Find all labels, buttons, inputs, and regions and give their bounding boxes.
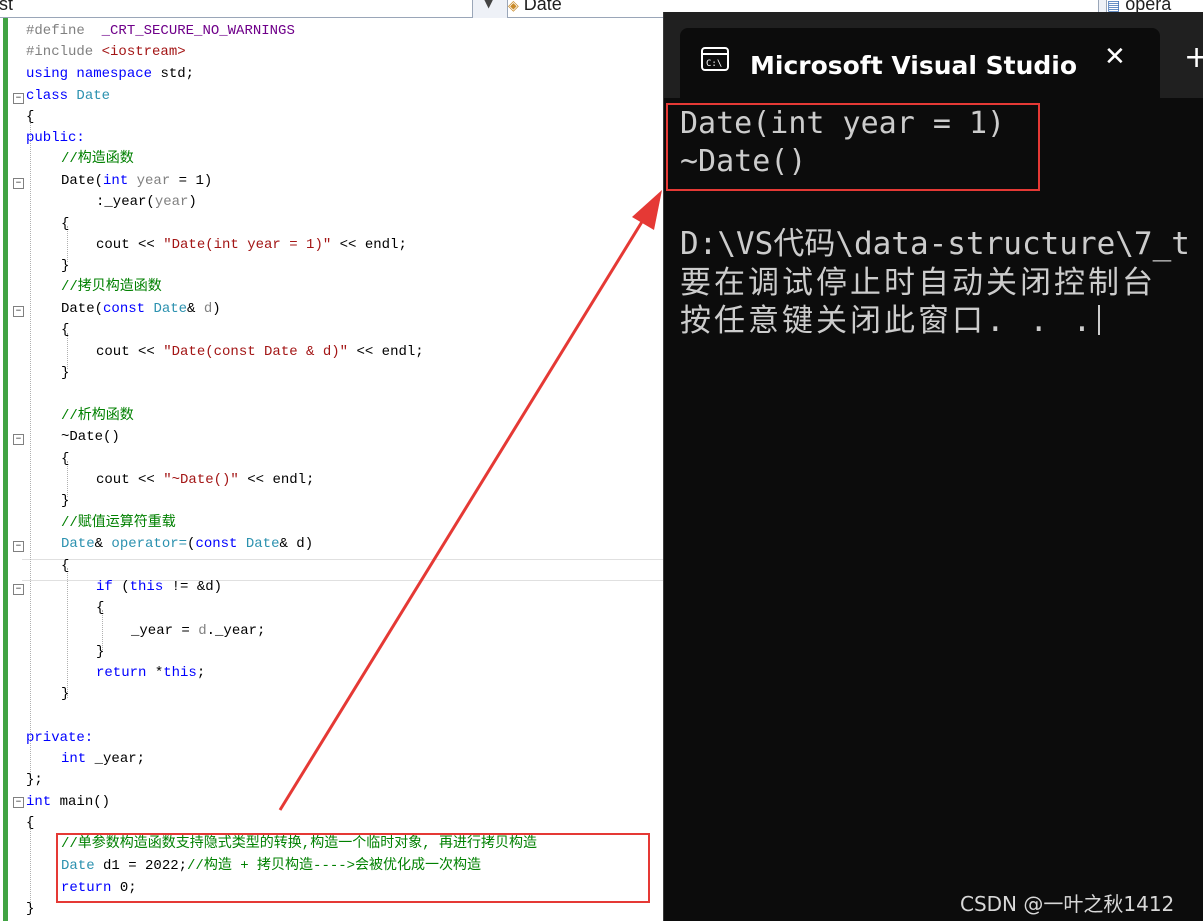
code-line: } [61,493,70,509]
project-combo[interactable]: st [0,0,473,18]
change-bar [3,18,8,921]
console-tab-title: Microsoft Visual Studio 调试 [750,51,1080,80]
code-line: }; [26,772,43,788]
code-line: { [26,815,35,831]
fold-toggle[interactable]: − [13,434,24,445]
code-line: { [61,216,70,232]
console-message-line: 按任意键关闭此窗口. . . [680,295,1101,340]
close-icon[interactable]: ✕ [1104,42,1126,72]
code-line: private: [26,730,94,746]
code-line: { [61,558,70,574]
indent-guide [67,568,68,698]
scope-combo-value: Date [523,0,562,14]
code-line: //析构函数 [61,408,134,424]
code-line: } [61,258,70,274]
press-key-text: 按任意键关闭此窗口. . . [680,303,1095,339]
indent-guide [30,118,31,774]
code-line: Date(const Date& d) [61,301,221,317]
code-line: { [26,109,35,125]
code-line: if (this != &d) [96,579,223,595]
console-window[interactable]: C:\ Microsoft Visual Studio 调试 ✕ + Date(… [663,12,1203,921]
fold-toggle[interactable]: − [13,178,24,189]
class-icon: ◈ [508,0,519,13]
project-combo-value: st [0,0,14,14]
fold-toggle[interactable]: − [13,541,24,552]
fold-toggle[interactable]: − [13,797,24,808]
svg-text:C:\: C:\ [706,59,722,69]
code-line: class Date [26,88,111,104]
code-line: cout << "Date(int year = 1)" << endl; [96,237,407,253]
code-highlight-box [56,833,650,903]
code-line: Date& operator=(const Date& d) [61,536,314,552]
code-line: Date(int year = 1) [61,173,213,189]
code-line: { [61,322,70,338]
fold-toggle[interactable]: − [13,93,24,104]
fold-toggle[interactable]: − [13,306,24,317]
code-line: #include <iostream> [26,44,186,60]
code-editor[interactable]: − − − − − − − #define _CRT_SECURE_NO_WAR… [0,18,663,921]
watermark: CSDN @一叶之秋1412 [960,892,1175,916]
code-line: cout << "~Date()" << endl; [96,472,315,488]
code-line: //拷贝构造函数 [61,279,162,295]
console-tab-strip: C:\ Microsoft Visual Studio 调试 ✕ + [664,12,1203,98]
code-line: { [61,451,70,467]
code-line: ~Date() [61,429,120,445]
code-line: #define _CRT_SECURE_NO_WARNINGS [26,23,295,39]
output-highlight-box [666,103,1040,191]
code-line: using namespace std; [26,66,195,82]
code-line: :_year(year) [96,194,197,210]
code-line: } [61,686,70,702]
console-tab[interactable]: C:\ Microsoft Visual Studio 调试 ✕ [680,28,1160,98]
code-line: //赋值运算符重载 [61,515,176,531]
code-line: } [26,901,35,917]
code-line: int main() [26,794,111,810]
code-line: } [96,644,105,660]
fold-toggle[interactable]: − [13,584,24,595]
new-tab-icon[interactable]: + [1184,40,1203,75]
chevron-down-icon[interactable]: ▼ [484,0,493,10]
code-line: _year = d._year; [131,623,266,639]
code-line: } [61,365,70,381]
code-line: cout << "Date(const Date & d)" << endl; [96,344,424,360]
code-line: return *this; [96,665,206,681]
code-line: { [96,600,105,616]
code-line: int _year; [61,751,146,767]
terminal-icon: C:\ [701,47,729,71]
code-line: public: [26,130,85,146]
code-line: //构造函数 [61,151,134,167]
text-cursor [1098,305,1101,335]
